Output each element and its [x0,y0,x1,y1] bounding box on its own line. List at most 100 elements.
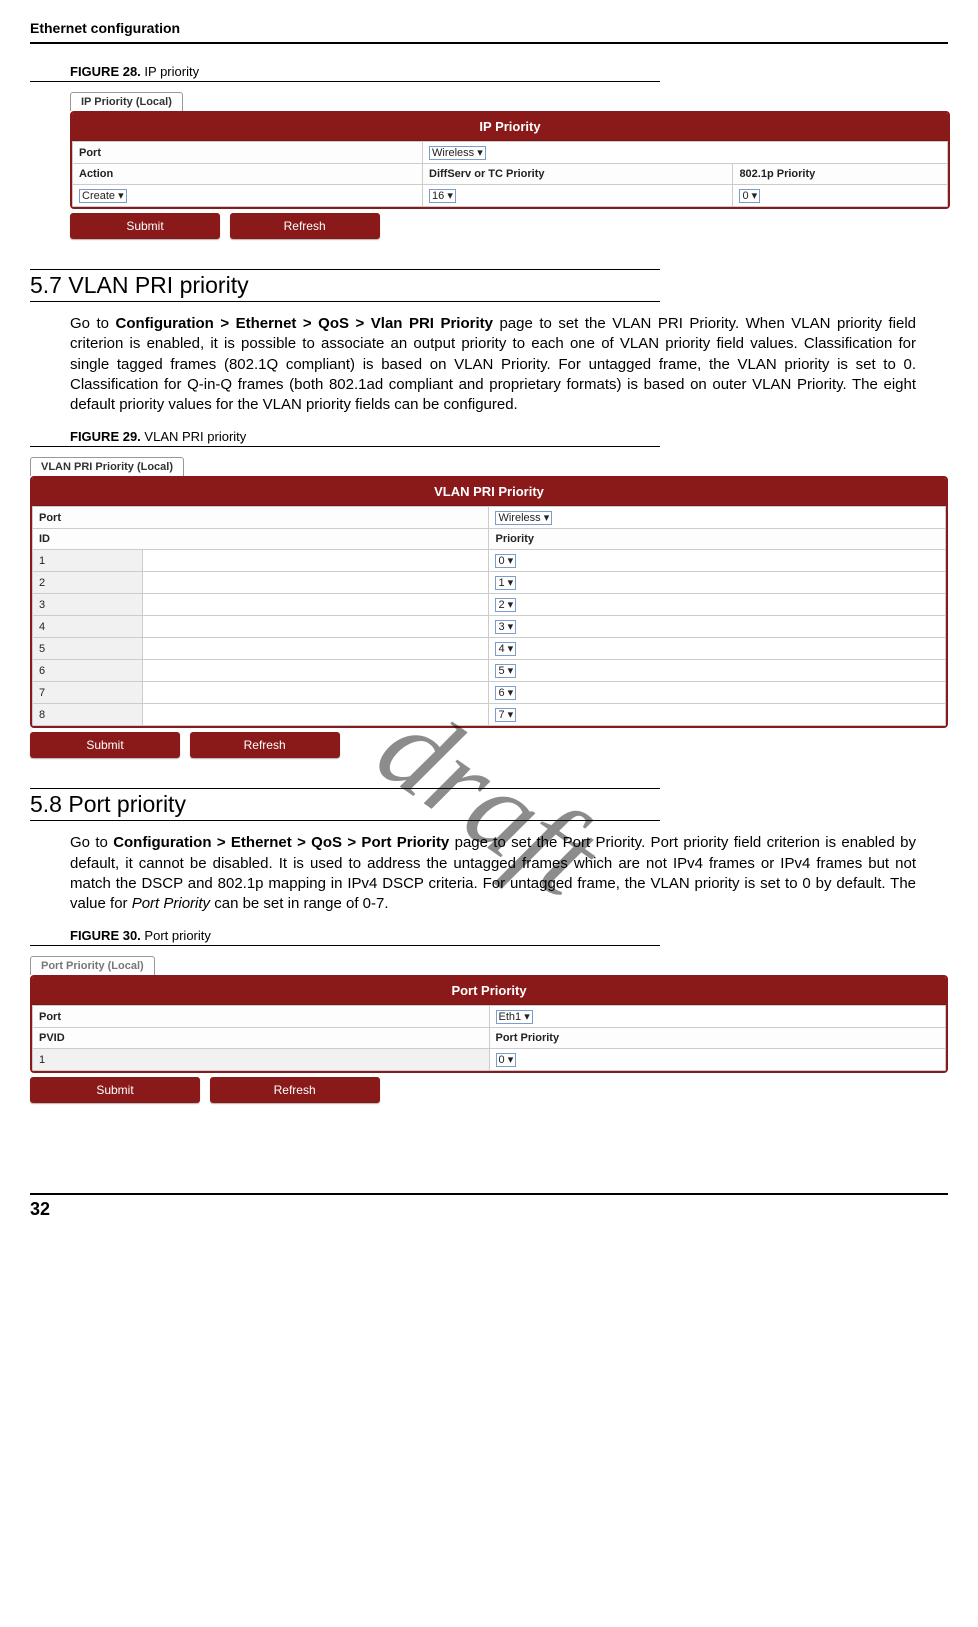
priority-cell: 1 ▾ [489,572,946,594]
refresh-button[interactable]: Refresh [190,732,340,758]
section-rule [30,269,660,270]
port-cell: Wireless ▾ [423,142,948,164]
action-cell: Create ▾ [73,185,423,207]
port-cell: Eth1 ▾ [489,1006,946,1028]
chevron-down-icon: ▾ [508,577,514,589]
id-cell: 2 [33,572,143,594]
text: Go to [70,315,116,332]
vlan-pri-box: VLAN PRI Priority Port Wireless ▾ ID Pri… [30,476,948,728]
col-port-label: Port [33,507,489,529]
submit-button[interactable]: Submit [70,213,220,239]
section-5-7-body: Go to Configuration > Ethernet > QoS > V… [70,314,916,415]
chevron-down-icon: ▾ [508,599,514,611]
port-select-value: Wireless [432,147,474,159]
section-rule [30,788,660,789]
port-priority-select[interactable]: 0 ▾ [496,1053,517,1067]
spacer-cell [142,572,489,594]
priority-cell: 5 ▾ [489,660,946,682]
port-priority-tab[interactable]: Port Priority (Local) [30,956,155,975]
vlan-pri-panel: VLAN PRI Priority (Local) VLAN PRI Prior… [30,457,948,758]
ip-priority-tab[interactable]: IP Priority (Local) [70,92,183,111]
port-priority-buttons: Submit Refresh [30,1077,948,1103]
figure-28-rule [30,81,660,82]
p8021-cell: 0 ▾ [733,185,948,207]
refresh-button[interactable]: Refresh [210,1077,380,1103]
priority-select[interactable]: 5 ▾ [495,664,516,678]
col-diffserv-label: DiffServ or TC Priority [423,164,733,185]
vlan-pri-buttons: Submit Refresh [30,732,948,758]
pp-cell: 0 ▾ [489,1049,946,1071]
id-cell: 8 [33,704,143,726]
priority-select[interactable]: 4 ▾ [495,642,516,656]
chevron-down-icon: ▾ [524,1011,530,1023]
port-priority-table: Port Eth1 ▾ PVID Port Priority 1 [32,1005,946,1071]
chevron-down-icon: ▾ [508,555,514,567]
port-select[interactable]: Wireless ▾ [495,511,552,525]
ip-priority-banner: IP Priority [72,113,948,141]
figure-29-caption: FIGURE 29. VLAN PRI priority [70,429,948,444]
p8021-select-value: 0 [742,190,748,202]
p8021-select[interactable]: 0 ▾ [739,189,760,203]
action-select-value: Create [82,190,115,202]
section-5-7-heading: 5.7 VLAN PRI priority [30,272,948,299]
spacer-cell [142,594,489,616]
footer-rule [30,1193,948,1195]
figure-29-number: FIGURE 29. [70,429,141,444]
chevron-down-icon: ▾ [508,1054,514,1066]
priority-select[interactable]: 6 ▾ [495,686,516,700]
port-priority-box: Port Priority Port Eth1 ▾ PVID Port Prio… [30,975,948,1073]
figure-29-rule [30,446,660,447]
col-id-label: ID [33,529,489,550]
spacer-cell [142,550,489,572]
submit-button[interactable]: Submit [30,732,180,758]
id-cell: 7 [33,682,143,704]
col-priority-label: Priority [489,529,946,550]
chevron-down-icon: ▾ [508,643,514,655]
page-header: Ethernet configuration [30,20,948,42]
priority-cell: 0 ▾ [489,550,946,572]
col-pvid-label: PVID [33,1028,490,1049]
table-row: 7 6 ▾ [33,682,946,704]
port-select-value: Wireless [498,512,540,524]
section-rule [30,301,660,302]
pvid-cell: 1 [33,1049,490,1071]
ip-priority-panel: IP Priority (Local) IP Priority Port Wir… [70,92,950,239]
table-row: 10 ▾ [33,550,946,572]
priority-select[interactable]: 1 ▾ [495,576,516,590]
vlan-pri-tab[interactable]: VLAN PRI Priority (Local) [30,457,184,476]
refresh-button[interactable]: Refresh [230,213,380,239]
priority-select[interactable]: 3 ▾ [495,620,516,634]
breadcrumb-path: Configuration > Ethernet > QoS > Port Pr… [113,834,449,851]
port-select[interactable]: Eth1 ▾ [496,1010,533,1024]
figure-30-title: Port priority [144,928,210,943]
spacer-cell [142,638,489,660]
spacer-cell [142,682,489,704]
priority-cell: 2 ▾ [489,594,946,616]
priority-select[interactable]: 7 ▾ [495,708,516,722]
table-row: 65 ▾ [33,660,946,682]
chevron-down-icon: ▾ [508,665,514,677]
priority-select[interactable]: 0 ▾ [495,554,516,568]
ip-priority-box: IP Priority Port Wireless ▾ Action DiffS… [70,111,950,209]
port-select[interactable]: Wireless ▾ [429,146,486,160]
priority-select[interactable]: 2 ▾ [495,598,516,612]
col-port-label: Port [73,142,423,164]
priority-cell: 4 ▾ [489,638,946,660]
priority-value: 3 [498,621,504,633]
chevron-down-icon: ▾ [477,147,483,159]
submit-button[interactable]: Submit [30,1077,200,1103]
diffserv-select[interactable]: 16 ▾ [429,189,456,203]
chevron-down-icon: ▾ [508,709,514,721]
section-5-8-body: Go to Configuration > Ethernet > QoS > P… [70,833,916,914]
priority-value: 7 [498,709,504,721]
page-number: 32 [30,1199,948,1220]
spacer-cell [142,704,489,726]
header-rule [30,42,948,44]
chevron-down-icon: ▾ [752,190,758,202]
port-cell: Wireless ▾ [489,507,946,529]
italic-term: Port Priority [132,895,210,912]
ip-priority-table: Port Wireless ▾ Action DiffServ or TC Pr… [72,141,948,207]
priority-cell: 3 ▾ [489,616,946,638]
action-select[interactable]: Create ▾ [79,189,127,203]
figure-30-number: FIGURE 30. [70,928,141,943]
